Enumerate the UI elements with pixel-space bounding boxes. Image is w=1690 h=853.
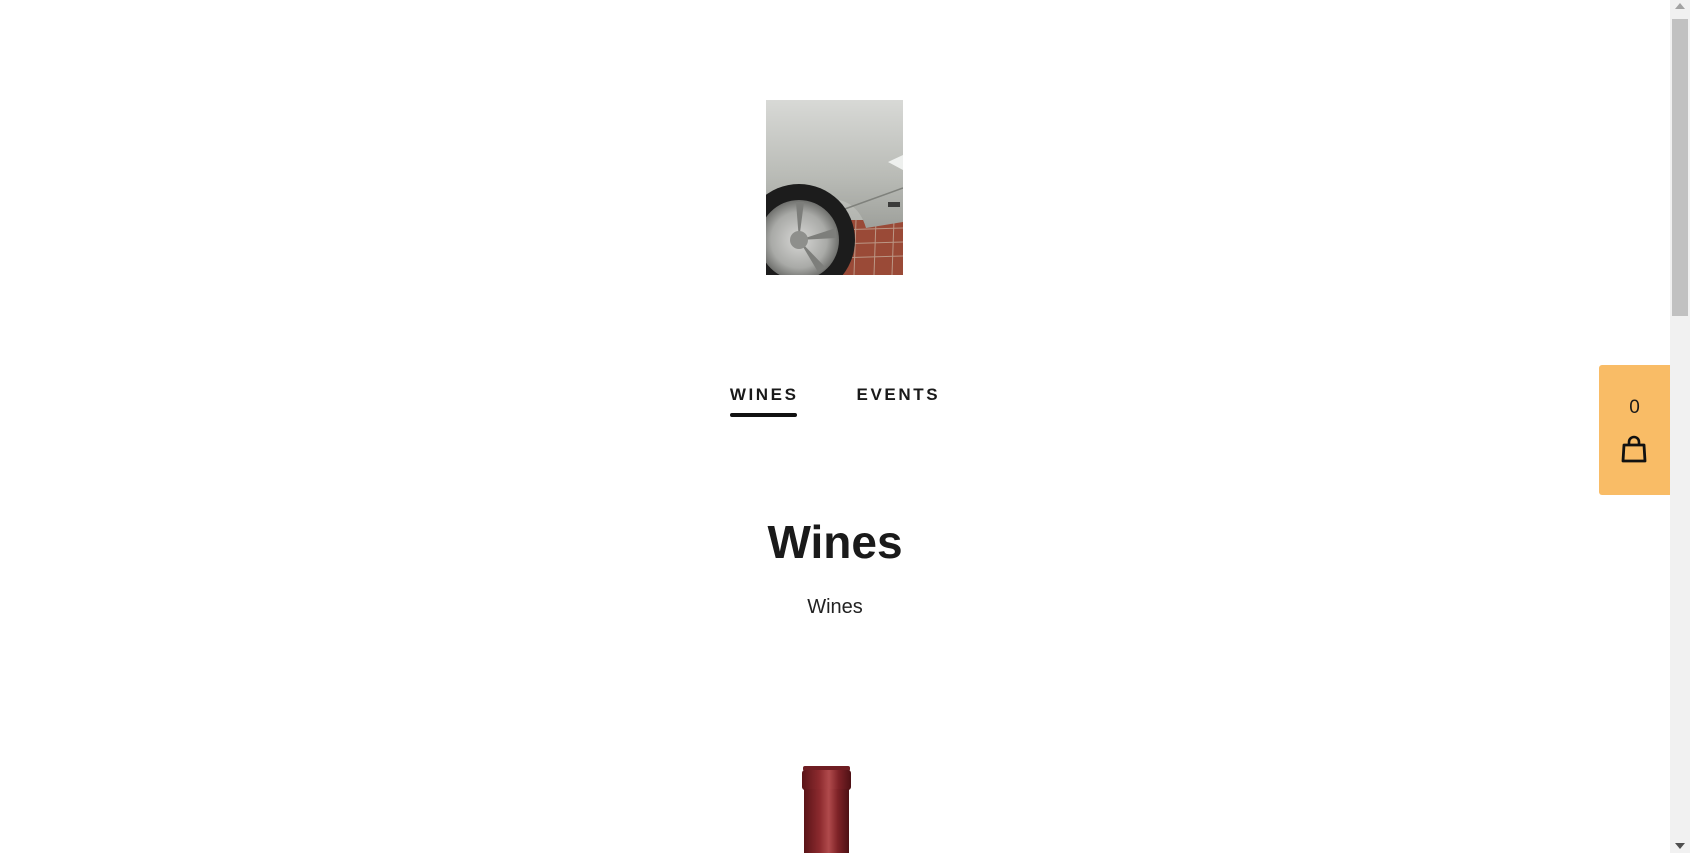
page-title: Wines xyxy=(767,516,903,568)
nav-item-events[interactable]: EVENTS xyxy=(857,385,941,417)
cart-button[interactable]: 0 xyxy=(1599,365,1670,495)
vertical-scrollbar[interactable] xyxy=(1670,0,1690,853)
scroll-up-arrow-icon[interactable] xyxy=(1675,3,1685,9)
page-subtitle: Wines xyxy=(807,596,863,618)
cart-count: 0 xyxy=(1629,397,1640,418)
shopping-bag-icon xyxy=(1621,435,1647,463)
page: WINES EVENTS Wines Wines 0 xyxy=(0,0,1690,853)
scrollbar-thumb[interactable] xyxy=(1672,19,1688,316)
wine-bottle-image[interactable] xyxy=(800,766,856,853)
main-nav: WINES EVENTS xyxy=(0,385,1670,417)
content: WINES EVENTS Wines Wines xyxy=(0,0,1670,853)
site-logo[interactable] xyxy=(766,100,903,275)
nav-item-wines[interactable]: WINES xyxy=(729,385,799,417)
scroll-down-arrow-icon[interactable] xyxy=(1675,843,1685,849)
